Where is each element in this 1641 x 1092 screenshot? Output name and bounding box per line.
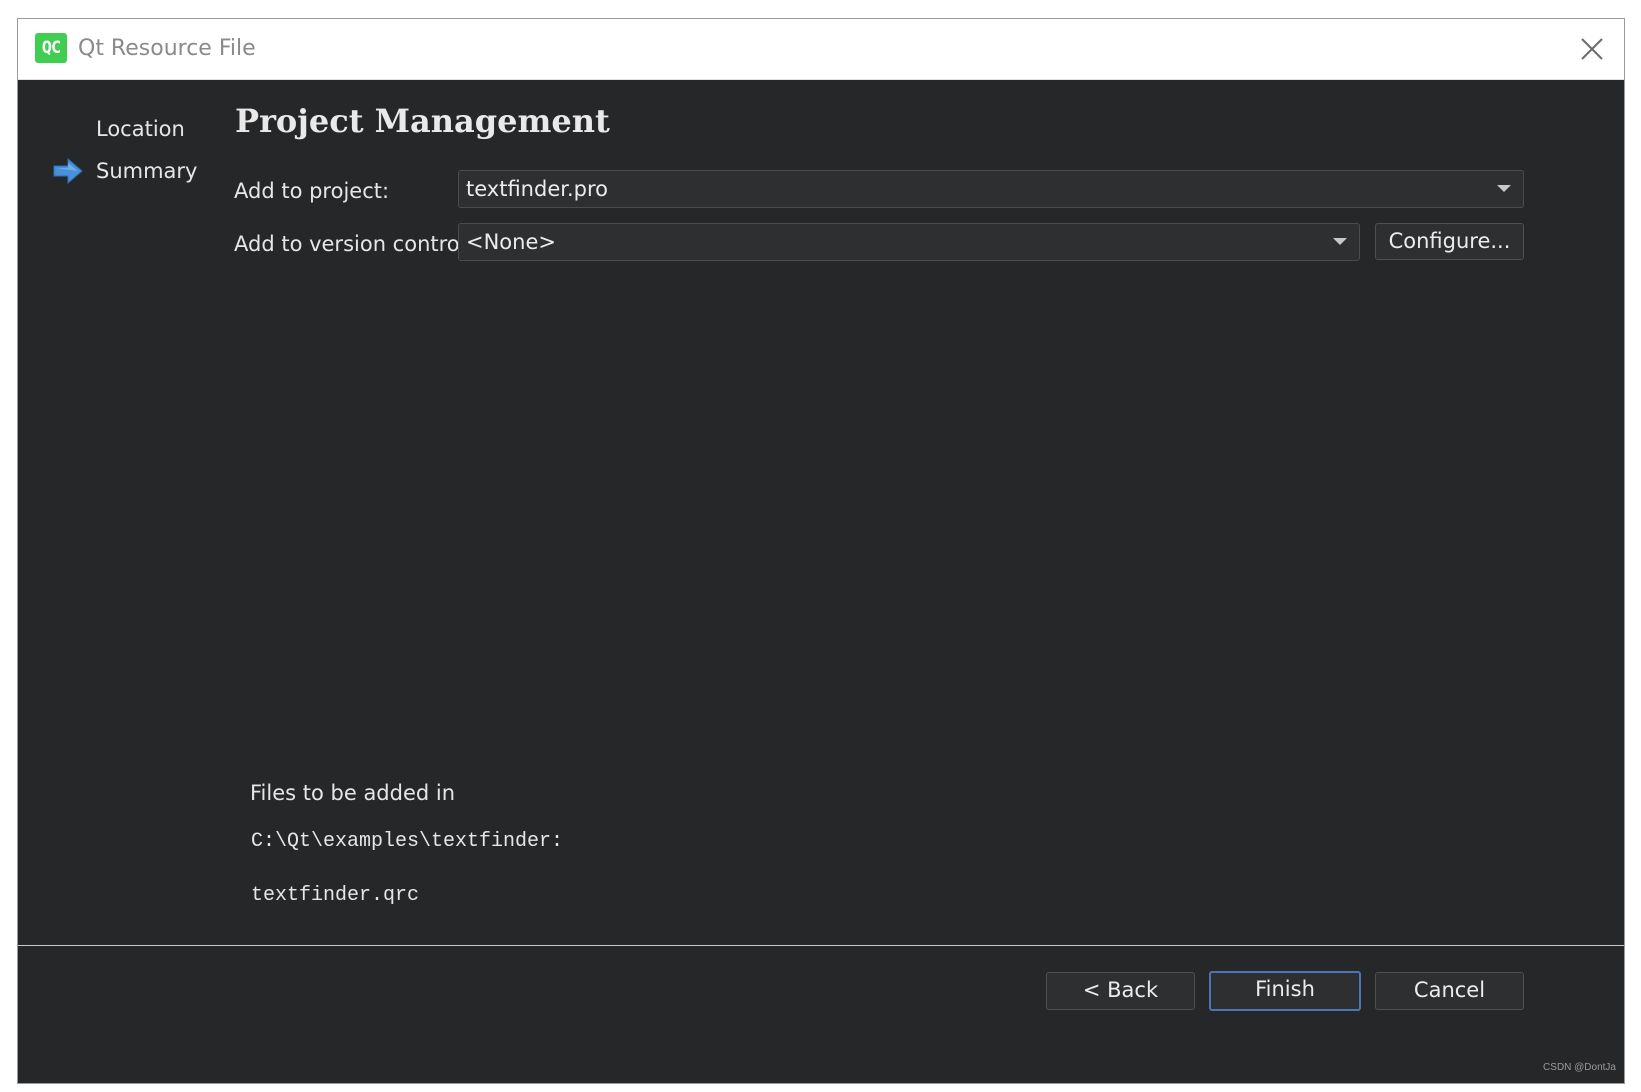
add-to-version-control-label: Add to version control:: [234, 232, 473, 256]
footer-divider: [18, 945, 1624, 946]
window-title: Qt Resource File: [78, 36, 256, 61]
add-to-project-value: textfinder.pro: [466, 177, 608, 201]
chevron-down-icon: [1333, 238, 1347, 245]
watermark: CSDN @DontJa: [1543, 1062, 1616, 1073]
version-control-value: <None>: [466, 230, 556, 254]
sidebar-item-label: Location: [96, 117, 185, 141]
qt-creator-icon: QC: [35, 33, 67, 63]
finish-button[interactable]: Finish: [1209, 971, 1361, 1011]
add-to-project-label: Add to project:: [234, 179, 390, 203]
back-button[interactable]: < Back: [1046, 972, 1195, 1010]
target-directory: C:\Qt\examples\textfinder:: [251, 830, 564, 853]
add-to-project-combobox[interactable]: textfinder.pro: [458, 170, 1524, 208]
chevron-down-icon: [1497, 185, 1511, 192]
sidebar-item-location: Location: [18, 113, 218, 145]
close-button[interactable]: [1576, 33, 1608, 65]
sidebar-item-label: Summary: [96, 159, 198, 183]
files-heading: Files to be added in: [250, 781, 456, 805]
right-arrow-icon: [53, 158, 83, 184]
close-icon: [1581, 38, 1603, 60]
configure-button[interactable]: Configure...: [1375, 223, 1524, 260]
title-bar: QC Qt Resource File: [18, 19, 1624, 80]
file-list-item: textfinder.qrc: [251, 884, 420, 907]
page-title: Project Management: [235, 102, 610, 140]
version-control-combobox[interactable]: <None>: [458, 223, 1360, 261]
wizard-dialog: QC Qt Resource File Location Summary Pro…: [17, 18, 1625, 1084]
sidebar-item-summary: Summary: [18, 155, 218, 187]
cancel-button[interactable]: Cancel: [1375, 972, 1524, 1010]
